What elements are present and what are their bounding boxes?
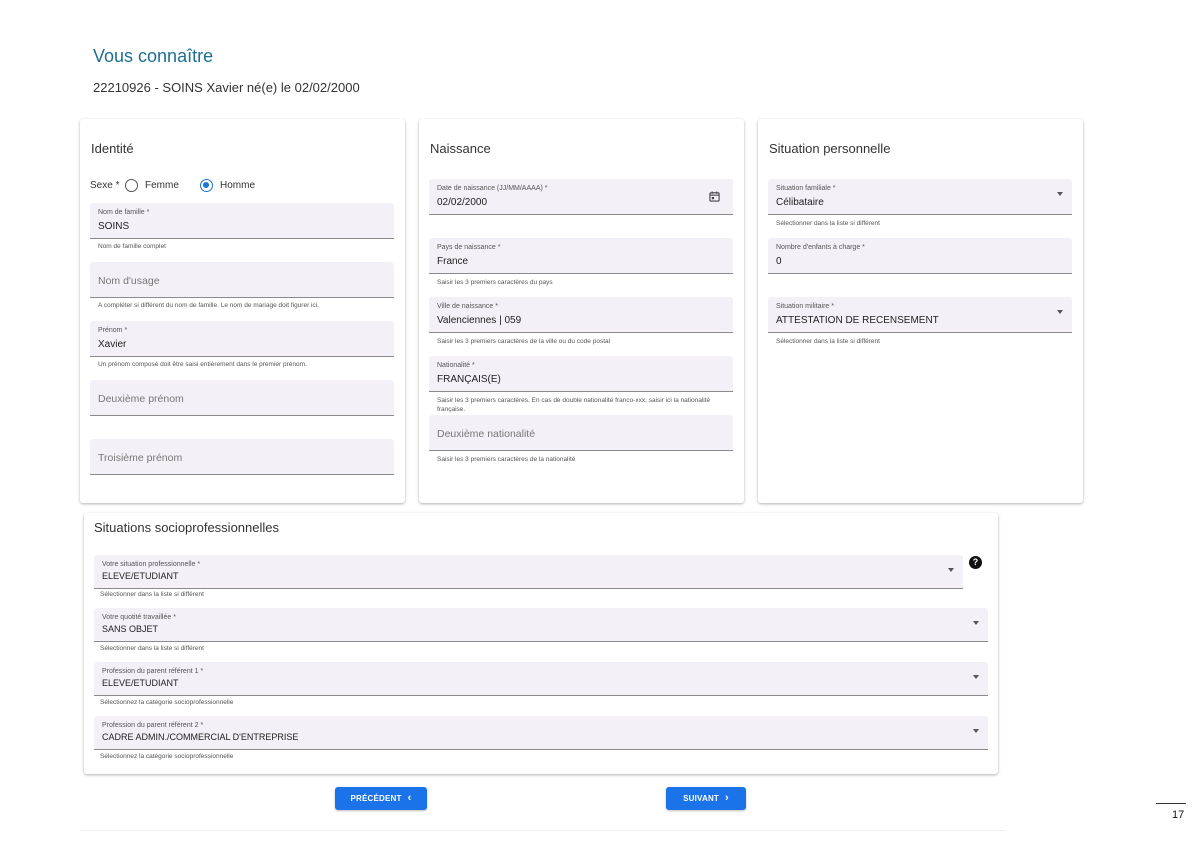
divider [80, 830, 1005, 831]
prenom-label: Prénom * [98, 327, 128, 334]
parent1-select[interactable]: Profession du parent référent 1 * ELEVE/… [94, 662, 988, 696]
chevron-down-icon[interactable] [973, 675, 979, 679]
date-naissance-field[interactable]: Date de naissance (JJ/MM/AAAA) * 02/02/2… [429, 179, 733, 215]
page-title: Vous connaître [93, 46, 214, 66]
situation-pro-hint: Sélectionner dans la liste si différent [100, 591, 204, 598]
quotite-label: Votre quotité travaillée * [102, 614, 176, 621]
date-naissance-label: Date de naissance (JJ/MM/AAAA) * [437, 185, 548, 192]
radio-femme-label[interactable]: Femme [145, 180, 179, 191]
parent2-value[interactable]: CADRE ADMIN./COMMERCIAL D'ENTREPRISE [102, 732, 298, 742]
troisieme-prenom-placeholder[interactable]: Troisième prénom [98, 452, 182, 464]
ville-naissance-label: Ville de naissance * [437, 303, 498, 310]
situation-perso-title: Situation personnelle [769, 141, 891, 156]
chevron-left-icon: ‹ [407, 792, 412, 804]
nationalite-field[interactable]: Nationalité * FRANÇAIS(E) [429, 356, 733, 392]
situation-pro-label: Votre situation professionnelle * [102, 561, 201, 568]
nom-famille-label: Nom de famille * [98, 209, 150, 216]
precedent-label: PRÉCÉDENT [350, 794, 402, 803]
ville-naissance-value[interactable]: Valenciennes | 059 [437, 315, 521, 326]
nationalite-value[interactable]: FRANÇAIS(E) [437, 374, 501, 385]
help-icon[interactable]: ? [969, 556, 982, 569]
socio-title: Situations socioprofessionnelles [94, 520, 279, 535]
enfants-value[interactable]: 0 [776, 256, 782, 267]
situation-militaire-label: Situation militaire * [776, 303, 834, 310]
suivant-label: SUIVANT [683, 794, 720, 803]
situation-pro-value[interactable]: ELEVE/ETUDIANT [102, 571, 179, 581]
situation-militaire-hint: Sélectionner dans la liste si différent [776, 338, 880, 345]
situation-pro-select[interactable]: Votre situation professionnelle * ELEVE/… [94, 555, 963, 589]
situation-militaire-select[interactable]: Situation militaire * ATTESTATION DE REC… [768, 297, 1072, 333]
deuxieme-nationalite-hint: Saisir les 3 premiers caractères de la n… [437, 456, 576, 463]
radio-homme[interactable] [200, 179, 213, 192]
precedent-button[interactable]: PRÉCÉDENT ‹ [335, 787, 427, 810]
identite-title: Identité [91, 141, 134, 156]
nom-usage-hint: A compléter si différent du nom de famil… [98, 302, 319, 309]
sexe-label: Sexe * [90, 180, 120, 191]
page-subtitle: 22210926 - SOINS Xavier né(e) le 02/02/2… [93, 80, 360, 95]
ville-naissance-hint: Saisir les 3 premiers caractères de la v… [437, 338, 611, 345]
situation-familiale-value[interactable]: Célibataire [776, 197, 824, 208]
chevron-down-icon[interactable] [948, 568, 954, 572]
prenom-hint: Un prénom composé doit être saisi entièr… [98, 361, 307, 368]
deuxieme-prenom-placeholder[interactable]: Deuxième prénom [98, 393, 184, 405]
deuxieme-nationalite-placeholder[interactable]: Deuxième nationalité [437, 428, 535, 440]
prenom-value[interactable]: Xavier [98, 339, 126, 350]
chevron-down-icon[interactable] [973, 621, 979, 625]
suivant-button[interactable]: SUIVANT › [666, 787, 746, 810]
pays-naissance-label: Pays de naissance * [437, 244, 501, 251]
chevron-down-icon[interactable] [1057, 310, 1063, 314]
nom-famille-value[interactable]: SOINS [98, 221, 129, 232]
page-number-rule [1156, 803, 1186, 804]
nationalite-label: Nationalité * [437, 362, 475, 369]
enfants-field[interactable]: Nombre d'enfants à charge * 0 [768, 238, 1072, 274]
quotite-hint: Sélectionner dans la liste si différent [100, 645, 204, 652]
parent2-select[interactable]: Profession du parent référent 2 * CADRE … [94, 716, 988, 750]
parent1-hint: Sélectionnez la catégorie socioprofessio… [100, 699, 234, 706]
nationalite-hint: Saisir les 3 premiers caractères. En cas… [437, 397, 711, 413]
naissance-title: Naissance [430, 141, 491, 156]
quotite-select[interactable]: Votre quotité travaillée * SANS OBJET [94, 608, 988, 642]
pays-naissance-value[interactable]: France [437, 256, 468, 267]
prenom-field[interactable]: Prénom * Xavier [90, 321, 394, 357]
pays-naissance-hint: Saisir les 3 premiers caractères du pays [437, 279, 553, 286]
troisieme-prenom-field[interactable]: Troisième prénom [90, 439, 394, 475]
date-naissance-value[interactable]: 02/02/2000 [437, 197, 487, 208]
parent1-value[interactable]: ELEVE/ETUDIANT [102, 678, 179, 688]
chevron-down-icon[interactable] [1057, 192, 1063, 196]
nom-famille-hint: Nom de famille complet [98, 243, 166, 250]
parent1-label: Profession du parent référent 1 * [102, 668, 204, 675]
radio-homme-label[interactable]: Homme [220, 180, 255, 191]
nom-usage-field[interactable]: Nom d'usage [90, 262, 394, 298]
deuxieme-nationalite-field[interactable]: Deuxième nationalité [429, 415, 733, 451]
chevron-down-icon[interactable] [973, 729, 979, 733]
parent2-label: Profession du parent référent 2 * [102, 722, 204, 729]
enfants-label: Nombre d'enfants à charge * [776, 244, 865, 251]
situation-familiale-hint: Sélectionner dans la liste si différent [776, 220, 880, 227]
chevron-right-icon: › [725, 792, 729, 804]
pays-naissance-field[interactable]: Pays de naissance * France [429, 238, 733, 274]
situation-familiale-label: Situation familiale * [776, 185, 836, 192]
nom-famille-field[interactable]: Nom de famille * SOINS [90, 203, 394, 239]
page-number: 17 [1172, 809, 1185, 821]
situation-familiale-select[interactable]: Situation familiale * Célibataire [768, 179, 1072, 215]
ville-naissance-field[interactable]: Ville de naissance * Valenciennes | 059 [429, 297, 733, 333]
calendar-icon[interactable] [709, 191, 720, 202]
nom-usage-placeholder[interactable]: Nom d'usage [98, 275, 160, 287]
parent2-hint: Sélectionnez la catégorie socioprofessio… [100, 753, 234, 760]
situation-militaire-value[interactable]: ATTESTATION DE RECENSEMENT [776, 315, 939, 326]
deuxieme-prenom-field[interactable]: Deuxième prénom [90, 380, 394, 416]
radio-femme[interactable] [125, 179, 138, 192]
quotite-value[interactable]: SANS OBJET [102, 624, 158, 634]
